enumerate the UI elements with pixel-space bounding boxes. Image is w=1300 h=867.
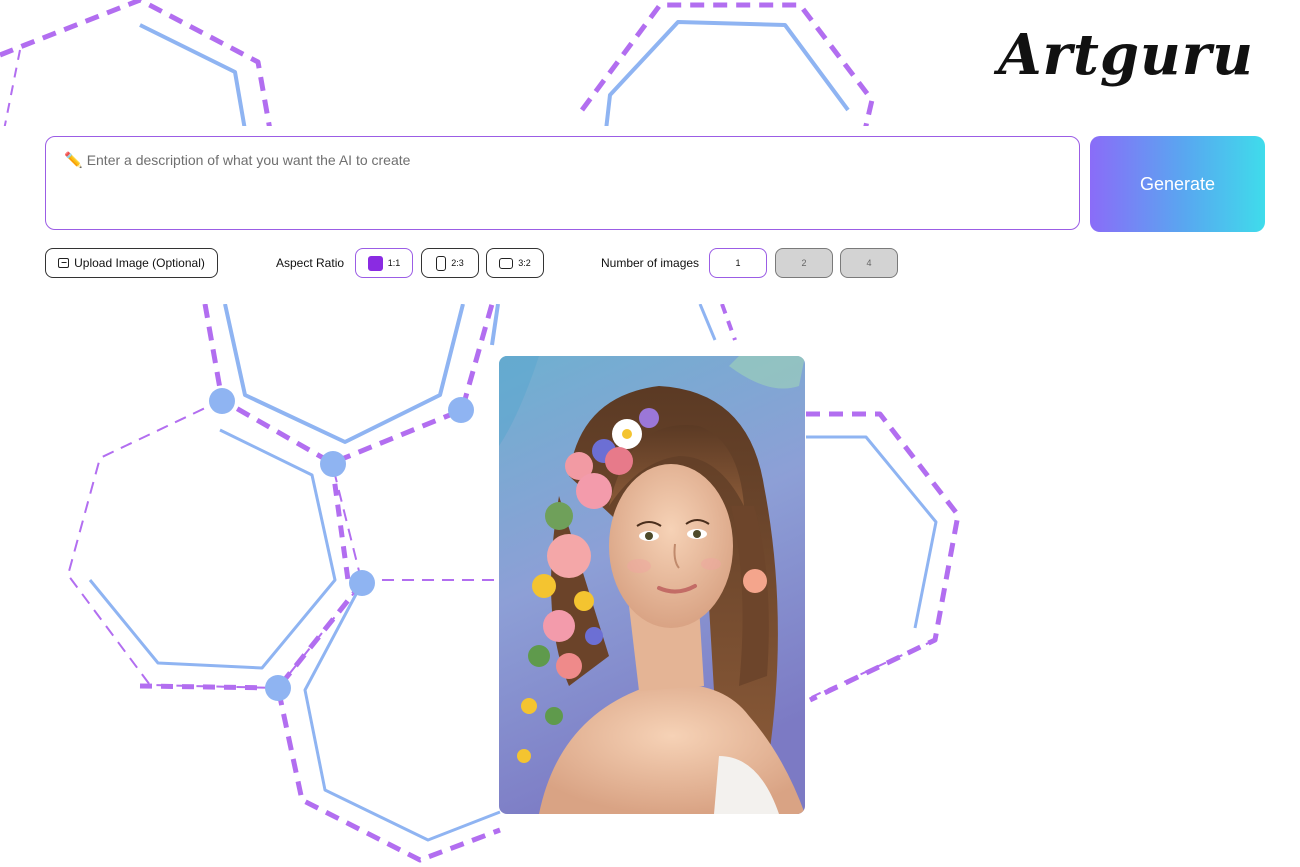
portrait-ratio-icon (436, 255, 447, 271)
image-icon (58, 258, 70, 268)
brand-logo: Artguru (998, 22, 1254, 88)
upload-image-button[interactable]: Upload Image (Optional) (45, 248, 218, 278)
aspect-ratio-1-1[interactable]: 1:1 (355, 248, 413, 278)
aspect-ratio-3-2[interactable]: 3:2 (486, 248, 544, 278)
landscape-ratio-icon (499, 257, 514, 269)
portrait-illustration (499, 356, 805, 814)
image-count-1-label: 1 (735, 258, 741, 268)
image-count-1[interactable]: 1 (709, 248, 767, 278)
upload-image-label: Upload Image (Optional) (74, 256, 205, 270)
image-count-4-label: 4 (866, 258, 872, 268)
image-count-2-label: 2 (801, 258, 807, 268)
aspect-ratio-label: Aspect Ratio (276, 256, 345, 270)
options-row: Upload Image (Optional) Aspect Ratio 1:1… (0, 248, 1300, 278)
square-ratio-icon (367, 255, 383, 271)
prompt-placeholder: Enter a description of what you want the… (86, 152, 411, 168)
image-count-4[interactable]: 4 (840, 248, 898, 278)
aspect-ratio-1-1-label: 1:1 (387, 258, 401, 268)
generated-image[interactable] (499, 356, 805, 814)
image-count-2[interactable]: 2 (775, 248, 833, 278)
pencil-icon: ✏️ (64, 152, 83, 169)
prompt-input[interactable]: ✏️ Enter a description of what you want … (45, 136, 1080, 230)
number-of-images-label: Number of images (601, 256, 700, 270)
generate-button[interactable]: Generate (1090, 136, 1265, 232)
aspect-ratio-2-3[interactable]: 2:3 (421, 248, 479, 278)
aspect-ratio-3-2-label: 3:2 (518, 258, 531, 268)
aspect-ratio-2-3-label: 2:3 (451, 258, 464, 268)
